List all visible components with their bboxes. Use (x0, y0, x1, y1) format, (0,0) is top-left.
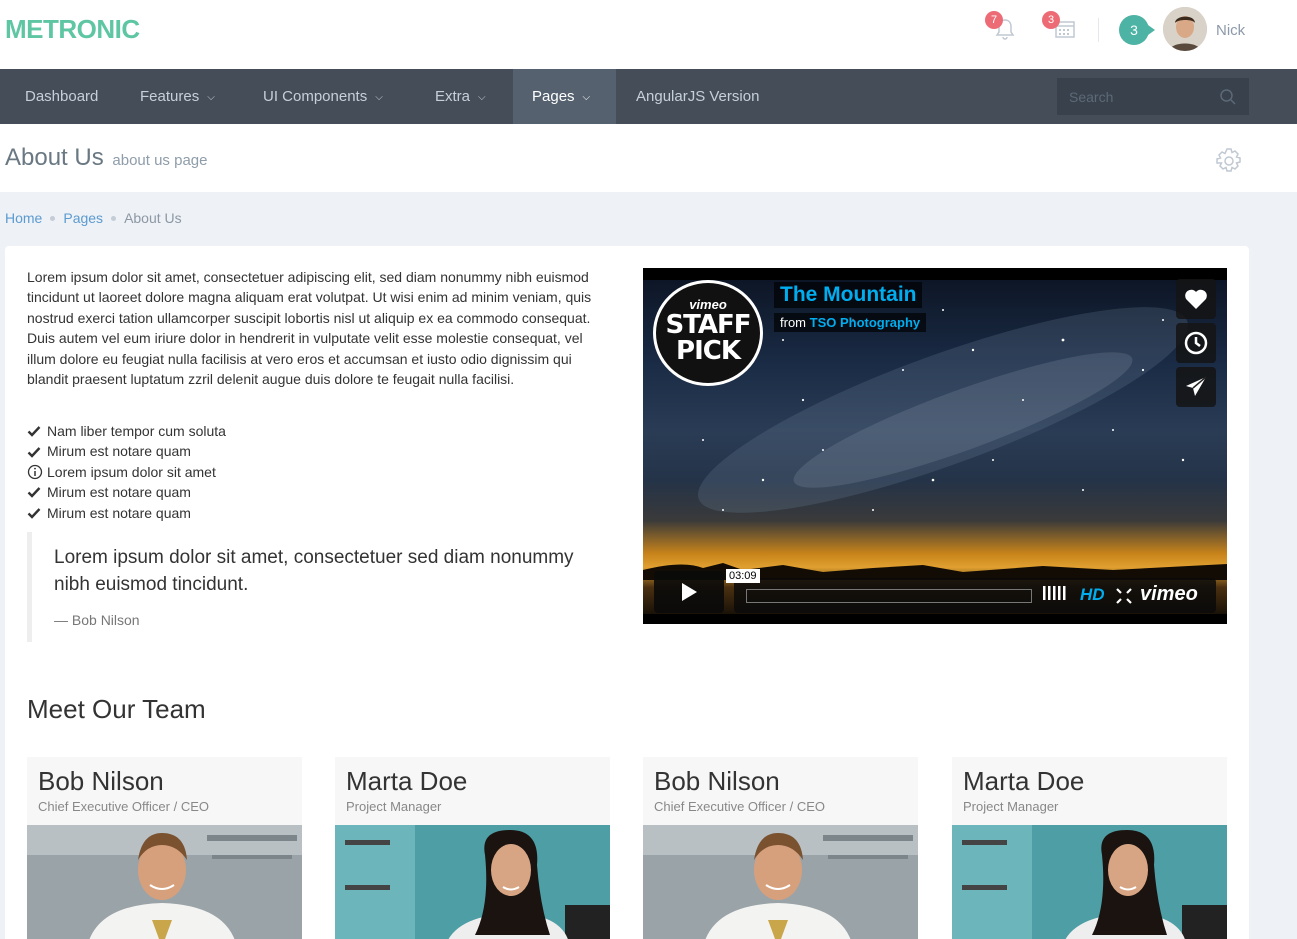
fullscreen-icon[interactable] (1116, 588, 1132, 609)
nav-item-dashboard[interactable]: Dashboard (0, 69, 123, 124)
calendar-badge: 3 (1042, 11, 1060, 29)
username[interactable]: Nick (1216, 22, 1245, 39)
member-role: Project Manager (346, 799, 442, 814)
play-icon (682, 583, 697, 601)
page-subtitle: about us page (112, 152, 208, 169)
byline-from: from (780, 315, 806, 330)
feature-list: Nam liber tempor cum soluta Mirum est no… (27, 421, 226, 523)
search-input[interactable] (1057, 78, 1212, 115)
list-item: Mirum est notare quam (27, 482, 226, 502)
watch-later-button[interactable] (1176, 323, 1216, 363)
nav-item-angularjs[interactable]: AngularJS Version (636, 69, 759, 124)
video-title[interactable]: The Mountain (774, 282, 923, 308)
progress-bar[interactable] (746, 589, 1032, 603)
member-photo (335, 825, 610, 939)
team-card: Marta Doe Project Manager (952, 757, 1227, 939)
hd-button[interactable]: HD (1080, 585, 1105, 605)
check-icon (27, 426, 41, 437)
team-title: Meet Our Team (27, 694, 206, 724)
team-card: Bob Nilson Chief Executive Officer / CEO (27, 757, 302, 939)
nav-label: Pages (532, 88, 575, 105)
like-button[interactable] (1176, 279, 1216, 319)
list-item-text: Mirum est notare quam (47, 484, 191, 501)
nav-label: Features (140, 88, 200, 105)
list-item: Lorem ipsum dolor sit amet (27, 462, 226, 482)
chevron-down-icon: ⌵ (582, 92, 591, 103)
volume-icon[interactable] (1043, 585, 1069, 605)
nav-item-extra[interactable]: Extra ⌵ (410, 69, 511, 124)
member-photo (27, 825, 302, 939)
team-card: Marta Doe Project Manager (335, 757, 610, 939)
quote-text: Lorem ipsum dolor sit amet, consectetuer… (54, 547, 574, 595)
header-divider (1098, 18, 1099, 42)
nav-item-features[interactable]: Features ⌵ (115, 69, 240, 124)
member-photo (643, 825, 918, 939)
breadcrumb: Home Pages About Us (5, 210, 182, 226)
page-title: About Us about us page (5, 144, 207, 172)
nav-label: Extra (435, 88, 471, 105)
play-button[interactable] (654, 571, 724, 613)
member-name: Marta Doe (963, 766, 1085, 796)
video-byline: from TSO Photography (774, 313, 927, 332)
clock-icon (1184, 331, 1208, 355)
about-paragraph: Lorem ipsum dolor sit amet, consectetuer… (27, 269, 592, 388)
member-name: Bob Nilson (654, 766, 780, 796)
nav-item-ui-components[interactable]: UI Components ⌵ (238, 69, 408, 124)
list-item-text: Mirum est notare quam (47, 443, 191, 460)
member-role: Project Manager (963, 799, 1059, 814)
breadcrumb-pages[interactable]: Pages (63, 210, 103, 226)
list-item-text: Mirum est notare quam (47, 504, 191, 521)
chevron-down-icon: ⌵ (375, 92, 383, 103)
member-role: Chief Executive Officer / CEO (654, 799, 825, 814)
video-author[interactable]: TSO Photography (810, 315, 921, 330)
share-button[interactable] (1176, 367, 1216, 407)
list-item: Nam liber tempor cum soluta (27, 421, 226, 441)
search-box (1057, 78, 1249, 115)
user-avatar[interactable] (1163, 7, 1207, 51)
team-card: Bob Nilson Chief Executive Officer / CEO (643, 757, 918, 939)
list-item-text: Lorem ipsum dolor sit amet (47, 463, 216, 480)
blockquote: Lorem ipsum dolor sit amet, consectetuer… (27, 532, 587, 642)
breadcrumb-current: About Us (124, 210, 182, 226)
info-icon (27, 464, 43, 480)
breadcrumb-home[interactable]: Home (5, 210, 42, 226)
logo[interactable]: METRONIC (5, 14, 140, 45)
top-header: METRONIC 7 3 3 Nick (0, 0, 1297, 69)
chevron-down-icon: ⌵ (207, 92, 215, 103)
nav-item-pages[interactable]: Pages ⌵ (513, 69, 616, 124)
heart-icon (1185, 289, 1207, 309)
member-photo (952, 825, 1227, 939)
staff-pick-badge: vimeo STAFF PICK (653, 280, 763, 386)
send-icon (1186, 376, 1207, 396)
nav-label: Dashboard (25, 88, 99, 105)
chevron-down-icon: ⌵ (478, 92, 486, 103)
breadcrumb-separator (111, 216, 117, 221)
member-name: Bob Nilson (38, 766, 164, 796)
search-icon[interactable] (1219, 88, 1237, 111)
gear-icon[interactable] (1214, 146, 1244, 181)
list-item: Mirum est notare quam (27, 441, 226, 461)
vimeo-logo[interactable]: vimeo (1140, 583, 1198, 606)
check-icon (27, 507, 41, 519)
check-icon (27, 487, 41, 499)
list-item: Mirum est notare quam (27, 503, 226, 523)
timecode: 03:09 (726, 569, 760, 583)
page-head: About Us about us page (0, 124, 1297, 192)
badge-line1: STAFF (665, 310, 751, 340)
quote-author: — Bob Nilson (54, 612, 140, 628)
notifications-badge: 7 (985, 11, 1003, 29)
list-item-text: Nam liber tempor cum soluta (47, 423, 226, 439)
nav-label: AngularJS Version (636, 88, 760, 105)
breadcrumb-separator (50, 216, 56, 221)
check-icon (27, 446, 41, 458)
member-name: Marta Doe (346, 766, 468, 796)
inbox-count-button[interactable]: 3 (1119, 15, 1155, 45)
page-title-text: About Us (5, 144, 104, 171)
badge-line2: PICK (676, 336, 741, 366)
nav-label: UI Components (263, 88, 368, 105)
member-role: Chief Executive Officer / CEO (38, 799, 209, 814)
